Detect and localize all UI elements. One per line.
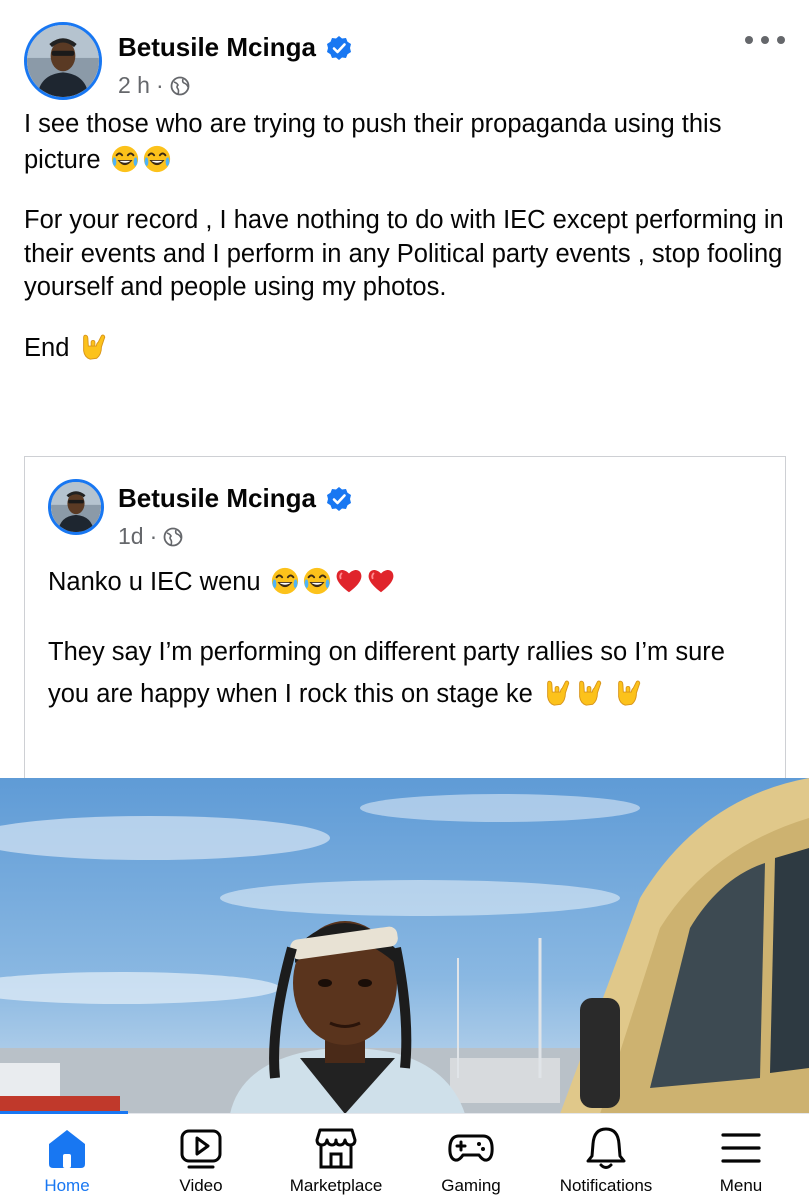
avatar-photo (27, 25, 99, 97)
shared-author-row: Betusile Mcinga (118, 483, 352, 514)
tab-home[interactable]: Home (28, 1114, 106, 1200)
post-body: I see those who are trying to push their… (24, 106, 784, 366)
laughing-emoji (110, 144, 140, 174)
author-row: Betusile Mcinga (118, 32, 352, 63)
globe-icon (163, 527, 183, 546)
tab-label: Video (179, 1176, 223, 1195)
verified-badge-icon (326, 486, 351, 511)
home-icon (49, 1130, 85, 1168)
post-meta: 2 h · (118, 72, 190, 99)
shared-text-1: Nanko u IEC wenu (48, 568, 261, 596)
tab-label: Menu (719, 1176, 763, 1195)
shared-post-card[interactable]: Betusile Mcinga 1d · Nanko u IEC wenu Th… (24, 456, 786, 780)
post-paragraph: For your record , I have nothing to do w… (24, 204, 784, 305)
author-name[interactable]: Betusile Mcinga (118, 32, 316, 63)
laughing-emoji (142, 144, 172, 174)
meta-separator: · (155, 72, 164, 98)
post-text-3: End (24, 333, 70, 362)
tab-video[interactable]: Video (162, 1114, 240, 1200)
verified-badge-icon (326, 35, 351, 60)
photo-illustration (0, 778, 809, 1114)
shared-paragraph: Nanko u IEC wenu (48, 561, 763, 603)
shared-post-meta: 1d · (118, 523, 183, 550)
shared-post-time[interactable]: 1d (118, 523, 144, 550)
meta-separator: · (149, 523, 158, 549)
shared-author-name[interactable]: Betusile Mcinga (118, 483, 316, 514)
tab-label: Gaming (441, 1176, 501, 1195)
shared-post-photo[interactable] (0, 778, 809, 1114)
love-you-gesture-emoji (574, 678, 604, 708)
tab-marketplace[interactable]: Marketplace (280, 1114, 392, 1200)
love-you-gesture-emoji (542, 678, 572, 708)
video-icon (180, 1129, 222, 1169)
shared-author-avatar[interactable] (48, 479, 104, 535)
tab-label: Marketplace (289, 1176, 383, 1195)
laughing-emoji (302, 566, 332, 596)
love-you-gesture-emoji (78, 332, 108, 362)
bell-icon (586, 1127, 626, 1169)
tab-gaming[interactable]: Gaming (432, 1114, 510, 1200)
post-text-2: For your record , I have nothing to do w… (24, 206, 784, 301)
tab-label: Home (44, 1176, 90, 1195)
shared-paragraph: They say I’m performing on different par… (48, 631, 763, 715)
post-time[interactable]: 2 h (118, 72, 150, 99)
marketplace-icon (315, 1128, 357, 1169)
more-options-button[interactable] (745, 30, 785, 50)
tab-label: Notifications (559, 1176, 653, 1195)
avatar-photo (51, 482, 101, 532)
tab-menu[interactable]: Menu (702, 1114, 780, 1200)
post-paragraph: End (24, 330, 784, 366)
author-avatar[interactable] (24, 22, 102, 100)
post-paragraph: I see those who are trying to push their… (24, 106, 784, 178)
gaming-icon (448, 1134, 494, 1162)
globe-icon (170, 76, 190, 95)
menu-icon (721, 1133, 761, 1163)
more-dot (761, 36, 769, 44)
more-dot (745, 36, 753, 44)
post-header: Betusile Mcinga 2 h · (0, 0, 809, 108)
red-heart-emoji (366, 566, 396, 596)
tab-notifications[interactable]: Notifications (550, 1114, 662, 1200)
red-heart-emoji (334, 566, 364, 596)
love-you-gesture-emoji (613, 678, 643, 708)
shared-post-body: Nanko u IEC wenu They say I’m performing… (48, 561, 763, 715)
bottom-tab-bar: Home Video Marketplace Gaming Notificati… (0, 1111, 809, 1200)
more-dot (777, 36, 785, 44)
laughing-emoji (270, 566, 300, 596)
